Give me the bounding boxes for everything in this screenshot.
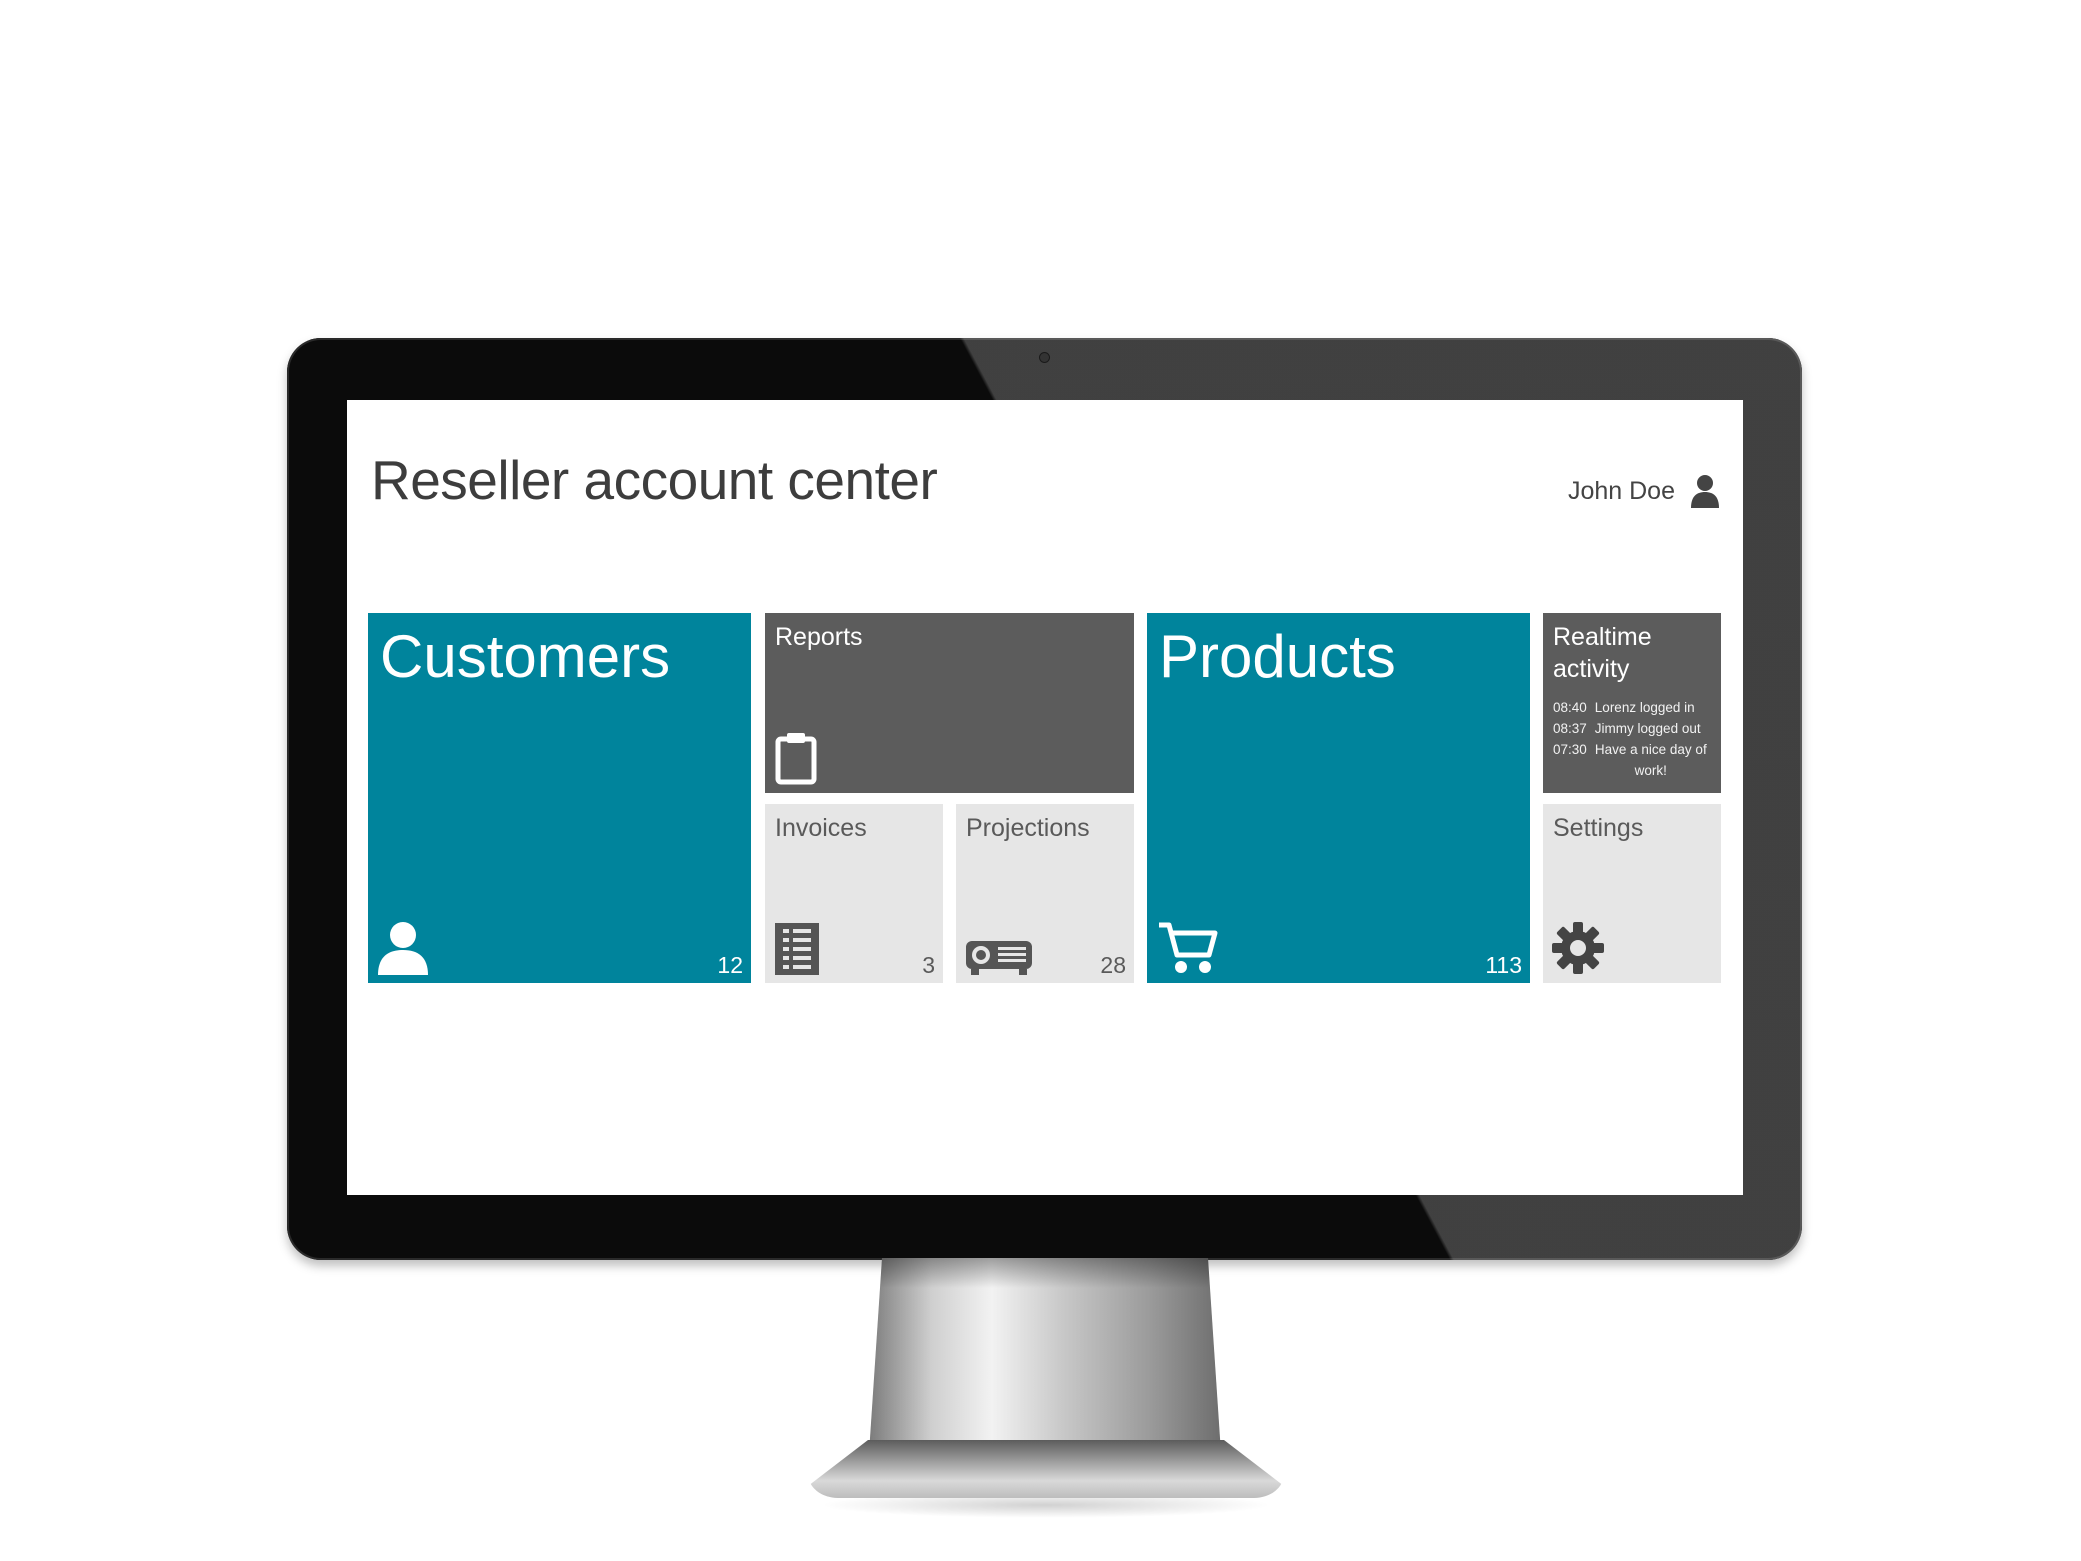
invoices-count: 3 [922, 952, 935, 978]
products-count: 113 [1485, 952, 1522, 978]
webcam [1040, 353, 1049, 362]
settings-tile[interactable]: Settings [1543, 804, 1721, 983]
user-menu[interactable]: John Doe [1568, 474, 1721, 508]
settings-label: Settings [1553, 814, 1644, 842]
realtime-activity-label: Realtime activity [1553, 621, 1652, 685]
projections-tile[interactable]: Projections 28 [956, 804, 1134, 983]
user-name: John Doe [1567, 476, 1675, 505]
page-title: Reseller account center [371, 449, 938, 511]
customers-count: 12 [717, 952, 743, 978]
person-icon [378, 922, 428, 975]
activity-text: Have a nice day of work! [1594, 742, 1707, 778]
activity-feed: 08:40 Lorenz logged in 08:37 Jimmy logge… [1553, 697, 1721, 781]
activity-text: Lorenz logged in [1594, 700, 1695, 715]
app-screen: Reseller account center John Doe Custome… [347, 400, 1743, 1195]
gear-icon [1552, 922, 1604, 974]
realtime-activity-tile[interactable]: Realtime activity 08:40 Lorenz logged in… [1543, 613, 1721, 793]
projections-label: Projections [966, 814, 1090, 842]
activity-item: 08:37 Jimmy logged out [1553, 718, 1721, 739]
activity-text: Jimmy logged out [1594, 721, 1701, 736]
user-icon [1691, 475, 1719, 508]
activity-time: 08:40 [1553, 700, 1587, 715]
invoices-label: Invoices [775, 814, 867, 842]
projections-count: 28 [1100, 952, 1126, 978]
activity-time: 07:30 [1553, 742, 1587, 757]
activity-item: 07:30 Have a nice day of work! [1553, 739, 1721, 781]
activity-item: 08:40 Lorenz logged in [1553, 697, 1721, 718]
realtime-label-line2: activity [1553, 655, 1630, 683]
reports-label: Reports [775, 623, 863, 651]
invoices-tile[interactable]: Invoices 3 [765, 804, 943, 983]
activity-time: 08:37 [1553, 721, 1587, 736]
customers-tile[interactable]: Customers 12 [368, 613, 751, 983]
projector-icon [966, 941, 1032, 975]
monitor-stand-foot [808, 1440, 1284, 1498]
monitor-stand-neck [868, 1258, 1222, 1468]
products-label: Products [1159, 623, 1396, 690]
products-tile[interactable]: Products 113 [1147, 613, 1530, 983]
clipboard-icon [775, 733, 817, 785]
stand-shadow [880, 1258, 1210, 1288]
customers-label: Customers [380, 623, 671, 690]
shopping-cart-icon [1159, 922, 1218, 973]
realtime-label-line1: Realtime [1553, 623, 1652, 651]
reports-tile[interactable]: Reports [765, 613, 1134, 793]
document-list-icon [775, 923, 819, 975]
